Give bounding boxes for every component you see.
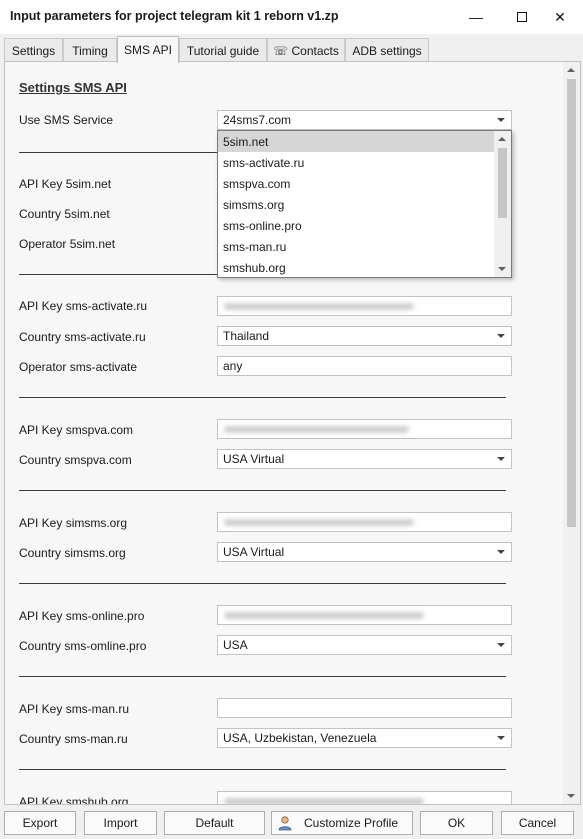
api-key-sms-man-input[interactable] bbox=[217, 698, 512, 718]
api-key-smshub-input[interactable] bbox=[217, 791, 512, 804]
chevron-down-icon bbox=[497, 334, 505, 338]
footer-toolbar: Export Import Default Customize Profile … bbox=[0, 809, 583, 839]
tab-sms-api[interactable]: SMS API bbox=[117, 36, 179, 63]
country-simsms-select[interactable]: USA Virtual bbox=[217, 542, 512, 562]
separator bbox=[19, 583, 506, 584]
api-key-sms-online-input[interactable] bbox=[217, 605, 512, 625]
user-profile-icon bbox=[278, 816, 292, 831]
tab-timing[interactable]: Timing bbox=[63, 38, 117, 62]
api-key-simsms-label: API Key simsms.org bbox=[19, 516, 128, 530]
customize-profile-label: Customize Profile bbox=[303, 816, 399, 830]
panel-title: Settings SMS API bbox=[19, 80, 127, 95]
panel-scrollbar[interactable] bbox=[563, 62, 580, 804]
api-key-5sim-label: API Key 5sim.net bbox=[19, 177, 112, 191]
country-smspva-value: USA Virtual bbox=[223, 452, 285, 466]
export-button[interactable]: Export bbox=[4, 811, 76, 835]
minimize-icon: — bbox=[469, 9, 483, 25]
country-sms-activate-label: Country sms-activate.ru bbox=[19, 330, 146, 344]
api-key-simsms-input[interactable] bbox=[217, 512, 512, 532]
country-sms-online-select[interactable]: USA bbox=[217, 635, 512, 655]
api-key-smshub-label: API Key smshub.org bbox=[19, 795, 129, 805]
scroll-up-icon[interactable] bbox=[498, 137, 506, 141]
country-simsms-label: Country simsms.org bbox=[19, 546, 126, 560]
close-button[interactable]: ✕ bbox=[537, 0, 583, 34]
api-key-sms-activate-input[interactable] bbox=[217, 296, 512, 316]
customize-profile-button[interactable]: Customize Profile bbox=[271, 811, 413, 835]
dropdown-option[interactable]: smspva.com bbox=[218, 173, 494, 194]
chevron-down-icon bbox=[497, 118, 505, 122]
country-smspva-select[interactable]: USA Virtual bbox=[217, 449, 512, 469]
dropdown-scrollbar[interactable] bbox=[494, 131, 511, 277]
chevron-down-icon bbox=[497, 643, 505, 647]
window-title: Input parameters for project telegram ki… bbox=[10, 9, 339, 23]
chevron-down-icon bbox=[497, 550, 505, 554]
country-sms-online-value: USA bbox=[223, 638, 248, 652]
country-sms-man-label: Country sms-man.ru bbox=[19, 732, 128, 746]
masked-api-key bbox=[224, 612, 424, 619]
tab-adb-settings[interactable]: ADB settings bbox=[345, 38, 429, 62]
operator-5sim-label: Operator 5sim.net bbox=[19, 237, 116, 251]
scroll-down-icon[interactable] bbox=[498, 267, 506, 271]
dropdown-option[interactable]: 5sim.net bbox=[218, 131, 494, 152]
api-key-sms-online-label: API Key sms-online.pro bbox=[19, 609, 145, 623]
dropdown-option[interactable]: sms-man.ru bbox=[218, 236, 494, 257]
scrollbar-thumb[interactable] bbox=[567, 79, 576, 527]
tab-strip: Settings Timing SMS API Tutorial guide ☏… bbox=[0, 36, 583, 63]
tab-settings[interactable]: Settings bbox=[4, 38, 63, 62]
ok-button[interactable]: OK bbox=[420, 811, 493, 835]
masked-api-key bbox=[224, 519, 414, 526]
country-5sim-label: Country 5sim.net bbox=[19, 207, 110, 221]
use-sms-service-label: Use SMS Service bbox=[19, 113, 114, 127]
title-bar: Input parameters for project telegram ki… bbox=[0, 0, 583, 34]
api-key-smspva-label: API Key smspva.com bbox=[19, 423, 134, 437]
dropdown-option[interactable]: sms-online.pro bbox=[218, 215, 494, 236]
chevron-down-icon bbox=[497, 457, 505, 461]
scrollbar-thumb[interactable] bbox=[498, 148, 507, 218]
dropdown-option[interactable]: simsms.org bbox=[218, 194, 494, 215]
use-sms-service-value: 24sms7.com bbox=[223, 113, 292, 127]
api-key-sms-activate-label: API Key sms-activate.ru bbox=[19, 299, 148, 313]
separator bbox=[19, 397, 506, 398]
country-sms-online-label: Country sms-omline.pro bbox=[19, 639, 147, 653]
operator-sms-activate-value: any bbox=[223, 359, 243, 373]
masked-api-key bbox=[224, 303, 414, 310]
chevron-down-icon bbox=[497, 736, 505, 740]
tab-tutorial-guide[interactable]: Tutorial guide bbox=[179, 38, 267, 62]
country-sms-man-value: USA, Uzbekistan, Venezuela bbox=[223, 731, 377, 745]
tab-contacts[interactable]: ☏ Contacts bbox=[267, 38, 345, 62]
separator bbox=[19, 490, 506, 491]
cancel-button[interactable]: Cancel bbox=[501, 811, 574, 835]
country-sms-activate-select[interactable]: Thailand bbox=[217, 326, 512, 346]
separator bbox=[19, 676, 506, 677]
country-sms-man-select[interactable]: USA, Uzbekistan, Venezuela bbox=[217, 728, 512, 748]
maximize-icon bbox=[517, 12, 527, 22]
api-key-sms-man-label: API Key sms-man.ru bbox=[19, 702, 130, 716]
scroll-up-icon[interactable] bbox=[567, 68, 575, 72]
masked-api-key bbox=[224, 798, 424, 804]
sms-service-dropdown-list[interactable]: 5sim.net sms-activate.ru smspva.com sims… bbox=[217, 130, 512, 278]
country-smspva-label: Country smspva.com bbox=[19, 453, 132, 467]
api-key-smspva-input[interactable] bbox=[217, 419, 512, 439]
close-icon: ✕ bbox=[554, 8, 566, 25]
default-button[interactable]: Default bbox=[164, 811, 265, 835]
dropdown-option[interactable]: sms-activate.ru bbox=[218, 152, 494, 173]
country-sms-activate-value: Thailand bbox=[223, 329, 270, 343]
operator-sms-activate-input[interactable]: any bbox=[217, 356, 512, 376]
scroll-down-icon[interactable] bbox=[567, 794, 575, 798]
minimize-button[interactable]: — bbox=[453, 0, 499, 34]
use-sms-service-select[interactable]: 24sms7.com bbox=[217, 110, 512, 130]
masked-api-key bbox=[224, 426, 409, 433]
separator bbox=[19, 769, 506, 770]
dropdown-option[interactable]: smshub.org bbox=[218, 257, 494, 277]
operator-sms-activate-label: Operator sms-activate bbox=[19, 360, 138, 374]
import-button[interactable]: Import bbox=[84, 811, 157, 835]
country-simsms-value: USA Virtual bbox=[223, 545, 285, 559]
